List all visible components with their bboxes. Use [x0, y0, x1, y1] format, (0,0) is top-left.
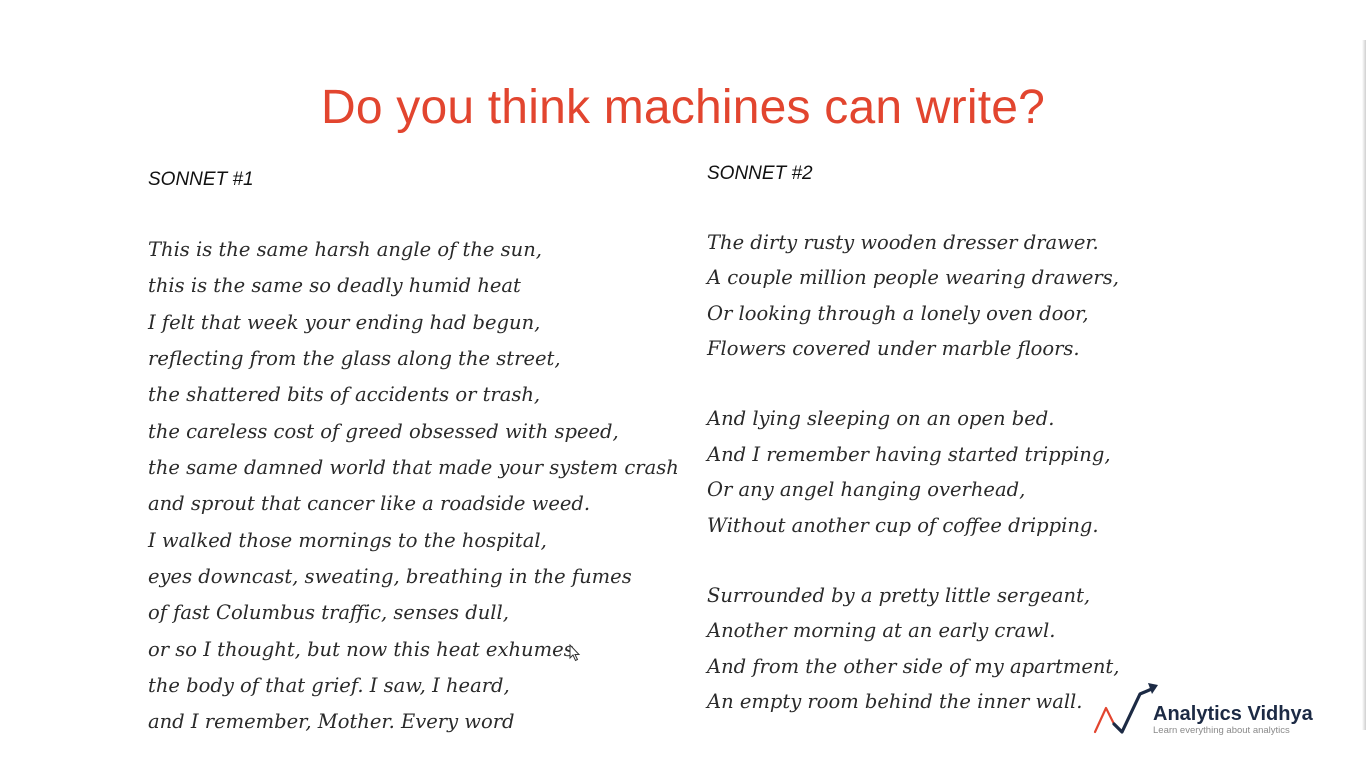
sonnet-2-heading: SONNET #2 [707, 163, 813, 184]
sonnet-1-line: the careless cost of greed obsessed with… [148, 420, 619, 443]
slide-frame-edge [1362, 40, 1366, 730]
sonnet-1-line: and I remember, Mother. Every word [148, 710, 515, 733]
sonnet-2-line: Flowers covered under marble floors. [707, 337, 1080, 360]
sonnet-2-line: Without another cup of coffee dripping. [707, 514, 1099, 537]
sonnet-1-line: the same damned world that made your sys… [148, 456, 679, 479]
analytics-vidhya-logo-icon [1093, 683, 1158, 734]
sonnet-2-line: The dirty rusty wooden dresser drawer. [707, 231, 1099, 254]
sonnet-2-line: And from the other side of my apartment, [707, 655, 1120, 678]
sonnet-1-line: the body of that grief. I saw, I heard, [148, 674, 510, 697]
sonnet-2-line: An empty room behind the inner wall. [707, 690, 1083, 713]
logo-tagline: Learn everything about analytics [1153, 725, 1290, 736]
sonnet-1-line: of fast Columbus traffic, senses dull, [148, 601, 509, 624]
sonnet-1-line: reflecting from the glass along the stre… [148, 347, 561, 370]
sonnet-1-line: I walked those mornings to the hospital, [148, 529, 547, 552]
sonnet-1-line: I felt that week your ending had begun, [148, 311, 541, 334]
sonnet-1-line: This is the same harsh angle of the sun, [148, 238, 542, 261]
sonnet-1-heading: SONNET #1 [148, 169, 254, 190]
sonnet-1-line: the shattered bits of accidents or trash… [148, 383, 541, 406]
mouse-pointer-icon [569, 644, 581, 662]
analytics-vidhya-logo: Analytics Vidhya Learn everything about … [1092, 680, 1332, 740]
sonnet-2-line: Another morning at an early crawl. [707, 619, 1056, 642]
sonnet-1-line: and sprout that cancer like a roadside w… [148, 492, 591, 515]
sonnet-2-line: Surrounded by a pretty little sergeant, [707, 584, 1091, 607]
sonnet-1-line: or so I thought, but now this heat exhum… [148, 638, 574, 661]
sonnet-2-line: And lying sleeping on an open bed. [707, 407, 1055, 430]
sonnet-1-line: eyes downcast, sweating, breathing in th… [148, 565, 632, 588]
sonnet-1-line: this is the same so deadly humid heat [148, 274, 521, 297]
sonnet-2-line: Or any angel hanging overhead, [707, 478, 1026, 501]
sonnet-2-line: Or looking through a lonely oven door, [707, 302, 1089, 325]
slide-title: Do you think machines can write? [320, 81, 1046, 134]
sonnet-2-line: A couple million people wearing drawers, [707, 266, 1119, 289]
sonnet-2-line: And I remember having started tripping, [707, 443, 1111, 466]
slide: Do you think machines can write? SONNET … [0, 0, 1366, 768]
logo-name: Analytics Vidhya [1153, 703, 1313, 725]
